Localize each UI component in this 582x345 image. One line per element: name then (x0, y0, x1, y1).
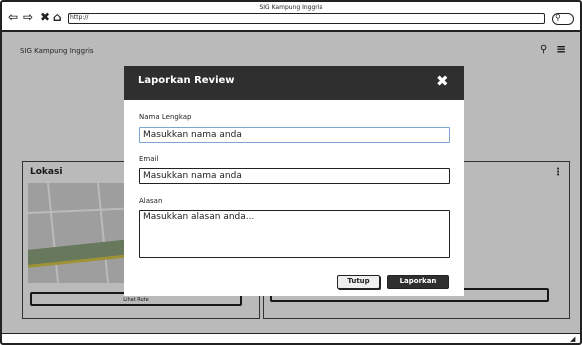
reason-textarea[interactable]: Masukkan alasan anda... (139, 210, 450, 258)
browser-search-icon: ⚲ (555, 13, 561, 22)
submit-report-button[interactable]: Laporkan (387, 275, 449, 289)
back-arrow-icon[interactable]: ⇦ (8, 11, 18, 23)
window-title: SIG Kampung Inggris (259, 4, 323, 11)
close-button[interactable]: Tutup (337, 275, 380, 289)
reason-label: Alasan (139, 197, 163, 205)
email-input[interactable] (139, 168, 450, 184)
url-text: http:// (70, 14, 89, 21)
name-input[interactable] (139, 127, 450, 143)
close-icon[interactable]: ✖ (436, 72, 449, 90)
modal-title: Laporkan Review (138, 75, 235, 86)
home-icon[interactable]: ⌂ (53, 11, 62, 23)
forward-arrow-icon[interactable]: ⇨ (23, 11, 33, 23)
name-label: Nama Lengkap (139, 113, 192, 121)
status-divider (2, 333, 580, 334)
email-label: Email (139, 155, 159, 163)
url-bar[interactable] (68, 13, 545, 24)
resize-grip-icon[interactable]: ◢ (570, 335, 575, 343)
close-x-icon[interactable]: ✖ (40, 11, 50, 23)
